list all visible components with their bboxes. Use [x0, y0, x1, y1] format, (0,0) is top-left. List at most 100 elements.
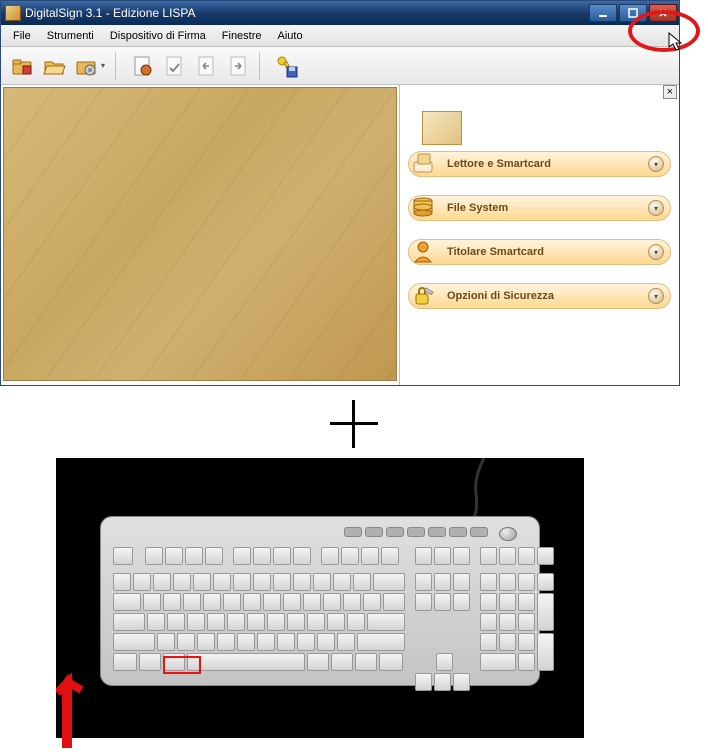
key — [337, 633, 355, 651]
window-buttons — [587, 4, 677, 22]
content-area: × Lettore e Smartcard ▾ File System ▾ — [1, 85, 679, 385]
window-title: DigitalSign 3.1 - Edizione LISPA — [25, 6, 587, 20]
titlebar: DigitalSign 3.1 - Edizione LISPA — [1, 1, 679, 25]
key — [213, 573, 231, 591]
key — [257, 633, 275, 651]
key — [415, 593, 432, 611]
app-icon — [5, 5, 21, 21]
chevron-down-icon: ▾ — [648, 288, 664, 304]
folder-locked-icon[interactable] — [7, 51, 37, 81]
media-key — [428, 527, 446, 537]
user-icon — [409, 237, 437, 265]
key — [113, 593, 141, 611]
menu-dispositivo[interactable]: Dispositivo di Firma — [102, 28, 214, 44]
key — [145, 547, 163, 565]
key — [499, 593, 516, 611]
database-disks-icon — [409, 193, 437, 221]
accordion-label: File System — [447, 202, 648, 214]
panel-close-button[interactable]: × — [663, 85, 677, 99]
key — [253, 573, 271, 591]
lock-key-icon — [409, 281, 437, 309]
document-canvas[interactable] — [3, 87, 397, 381]
key — [453, 573, 470, 591]
key — [317, 633, 335, 651]
key — [355, 653, 377, 671]
accordion-filesystem[interactable]: File System ▾ — [408, 195, 671, 221]
accordion-label: Lettore e Smartcard — [447, 158, 648, 170]
key — [167, 613, 185, 631]
key — [247, 613, 265, 631]
key — [367, 613, 405, 631]
key-save-icon[interactable] — [271, 51, 301, 81]
media-key — [365, 527, 383, 537]
menu-finestre[interactable]: Finestre — [214, 28, 270, 44]
key — [207, 613, 225, 631]
minimize-button[interactable] — [589, 4, 617, 22]
key — [287, 613, 305, 631]
menubar: File Strumenti Dispositivo di Firma Fine… — [1, 25, 679, 47]
key — [263, 593, 281, 611]
maximize-button[interactable] — [619, 4, 647, 22]
key — [341, 547, 359, 565]
accordion-lettore[interactable]: Lettore e Smartcard ▾ — [408, 151, 671, 177]
key — [415, 673, 432, 691]
key — [273, 547, 291, 565]
smartcard-reader-icon — [409, 149, 437, 177]
accordion-sicurezza[interactable]: Opzioni di Sicurezza ▾ — [408, 283, 671, 309]
key — [233, 573, 251, 591]
key — [480, 573, 497, 591]
key — [353, 573, 371, 591]
close-button[interactable] — [649, 4, 677, 22]
menu-aiuto[interactable]: Aiuto — [270, 28, 311, 44]
folder-gear-icon[interactable] — [71, 51, 101, 81]
key — [203, 593, 221, 611]
document-check-icon[interactable] — [159, 51, 189, 81]
document-seal-icon[interactable] — [127, 51, 157, 81]
folder-open-icon[interactable] — [39, 51, 69, 81]
accordion-titolare[interactable]: Titolare Smartcard ▾ — [408, 239, 671, 265]
key — [436, 653, 453, 671]
key — [518, 633, 535, 651]
key — [415, 573, 432, 591]
key — [453, 547, 470, 565]
separator — [259, 52, 265, 80]
key — [499, 547, 516, 565]
menu-file[interactable]: File — [5, 28, 39, 44]
key — [381, 547, 399, 565]
key — [113, 573, 131, 591]
key — [307, 613, 325, 631]
key — [537, 547, 554, 565]
document-back-icon[interactable] — [191, 51, 221, 81]
key — [327, 613, 345, 631]
key — [197, 633, 215, 651]
side-panel: × Lettore e Smartcard ▾ File System ▾ — [399, 85, 679, 385]
key — [518, 547, 535, 565]
key — [185, 547, 203, 565]
plus-icon — [330, 400, 378, 448]
document-send-icon[interactable] — [223, 51, 253, 81]
key — [113, 653, 137, 671]
key — [321, 547, 339, 565]
key — [283, 593, 301, 611]
menu-strumenti[interactable]: Strumenti — [39, 28, 102, 44]
key — [383, 593, 405, 611]
key — [361, 547, 379, 565]
key — [277, 633, 295, 651]
key — [379, 653, 403, 671]
key — [267, 613, 285, 631]
key — [147, 613, 165, 631]
key — [139, 653, 161, 671]
key — [183, 593, 201, 611]
dropdown-icon[interactable]: ▾ — [101, 61, 105, 70]
key — [537, 573, 554, 591]
key — [453, 673, 470, 691]
toolbar: ▾ — [1, 47, 679, 85]
key — [233, 547, 251, 565]
chevron-down-icon: ▾ — [648, 244, 664, 260]
key — [237, 633, 255, 651]
key — [163, 593, 181, 611]
key — [293, 573, 311, 591]
key — [518, 593, 535, 611]
key — [157, 633, 175, 651]
key — [480, 593, 497, 611]
